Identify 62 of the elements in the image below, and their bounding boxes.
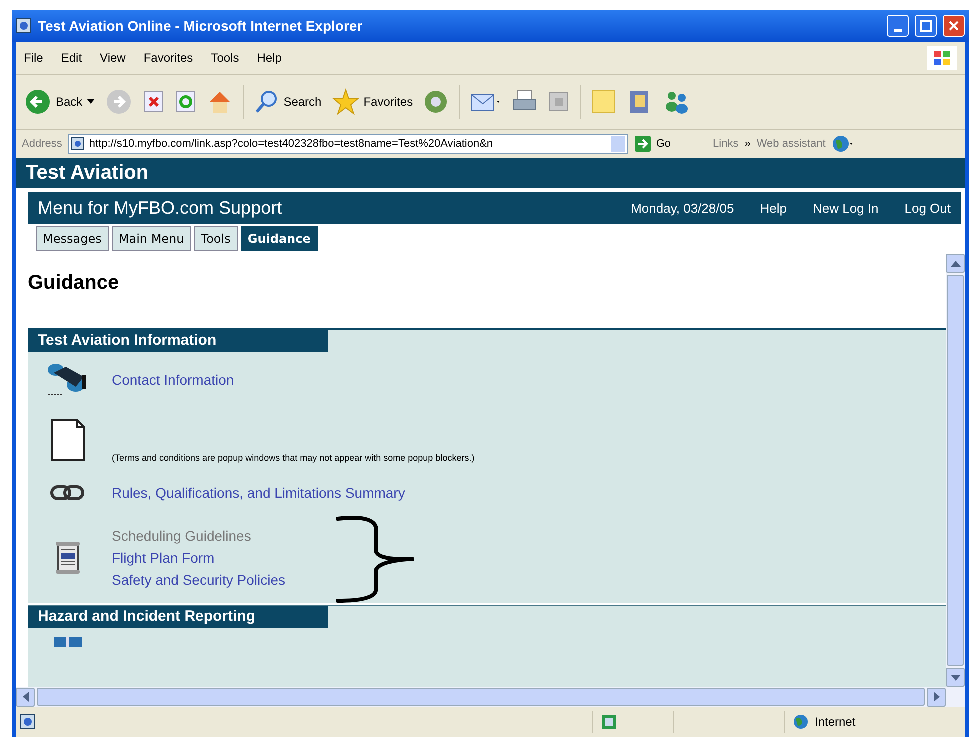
globe-icon[interactable] xyxy=(832,135,854,153)
tab[interactable]: Messages xyxy=(36,226,109,251)
header-link[interactable]: New Log In xyxy=(812,200,879,216)
zone-label: Internet xyxy=(815,715,856,729)
menu-item[interactable]: File xyxy=(24,51,44,65)
edit-icon[interactable] xyxy=(548,91,570,113)
tab[interactable]: Tools xyxy=(194,226,238,251)
minimize-icon xyxy=(894,28,902,32)
tab[interactable]: Main Menu xyxy=(112,226,192,251)
favorites-button[interactable]: Favorites xyxy=(332,88,414,116)
star-icon xyxy=(332,88,360,116)
header-link[interactable]: Log Out xyxy=(904,200,951,216)
globe-icon xyxy=(793,714,809,730)
minimize-button[interactable] xyxy=(887,15,909,37)
more-links-chevron[interactable]: » xyxy=(744,138,751,150)
page-icon xyxy=(71,137,86,151)
horizontal-scrollbar[interactable] xyxy=(16,687,965,707)
close-button[interactable] xyxy=(943,15,965,37)
menu-item[interactable]: Favorites xyxy=(144,51,194,65)
popup-note: (Terms and conditions are popup windows that may not appear with some popup blockers.) xyxy=(111,453,475,463)
window-title: Test Aviation Online - Microsoft Internet Explorer xyxy=(38,18,364,34)
section-header: Test Aviation Information xyxy=(28,330,328,352)
menu-item[interactable]: Help xyxy=(257,51,282,65)
status-icon xyxy=(601,714,617,730)
guidance-link[interactable]: Rules, Qualifications, and Limitations Summary xyxy=(112,485,406,501)
guidance-link[interactable]: Scheduling Guidelines xyxy=(112,528,286,544)
links-label[interactable]: Links xyxy=(713,138,739,150)
close-icon xyxy=(948,20,960,32)
forward-icon[interactable] xyxy=(104,88,133,116)
guidance-link[interactable]: Contact Information xyxy=(112,372,234,388)
address-field[interactable]: http://s10.myfbo.com/link.asp?colo=test402328fbo=test8name=Test%20Aviation&n xyxy=(68,134,628,154)
guidance-link[interactable]: Flight Plan Form xyxy=(112,550,286,566)
caret-icon xyxy=(86,99,95,105)
go-button[interactable]: Go xyxy=(634,135,672,153)
menu-item[interactable]: Edit xyxy=(61,51,82,65)
search-icon xyxy=(254,89,280,115)
date-label: Monday, 03/28/05 xyxy=(631,200,734,216)
stop-icon[interactable] xyxy=(142,90,165,114)
menu-item[interactable]: View xyxy=(100,51,126,65)
web-assistant-button[interactable]: Web assistant xyxy=(756,138,826,150)
document-icon xyxy=(49,417,87,463)
back-button[interactable]: Back xyxy=(24,88,95,116)
refresh-icon[interactable] xyxy=(174,90,197,114)
site-title: Test Aviation xyxy=(16,158,965,188)
header-link[interactable]: Help xyxy=(760,200,787,216)
maximize-icon xyxy=(920,20,932,32)
address-label: Address xyxy=(22,138,62,150)
windows-logo-icon xyxy=(927,46,957,70)
menu-title: Menu for MyFBO.com Support xyxy=(38,198,284,218)
vertical-scrollbar[interactable] xyxy=(946,254,965,687)
tab[interactable]: Guidance xyxy=(240,226,318,251)
browser-page-icon xyxy=(16,18,32,34)
chain-link-icon xyxy=(50,484,86,502)
page-heading: Guidance xyxy=(28,272,120,296)
scroll-icon xyxy=(54,541,82,575)
section-header: Hazard and Incident Reporting xyxy=(28,606,328,628)
guidance-link[interactable]: Safety and Security Policies xyxy=(112,572,286,588)
page-icon xyxy=(20,714,36,730)
media-icon[interactable] xyxy=(423,89,450,115)
menu-item[interactable]: Tools xyxy=(211,51,240,65)
maximize-button[interactable] xyxy=(915,15,937,37)
search-button[interactable]: Search xyxy=(254,89,322,115)
